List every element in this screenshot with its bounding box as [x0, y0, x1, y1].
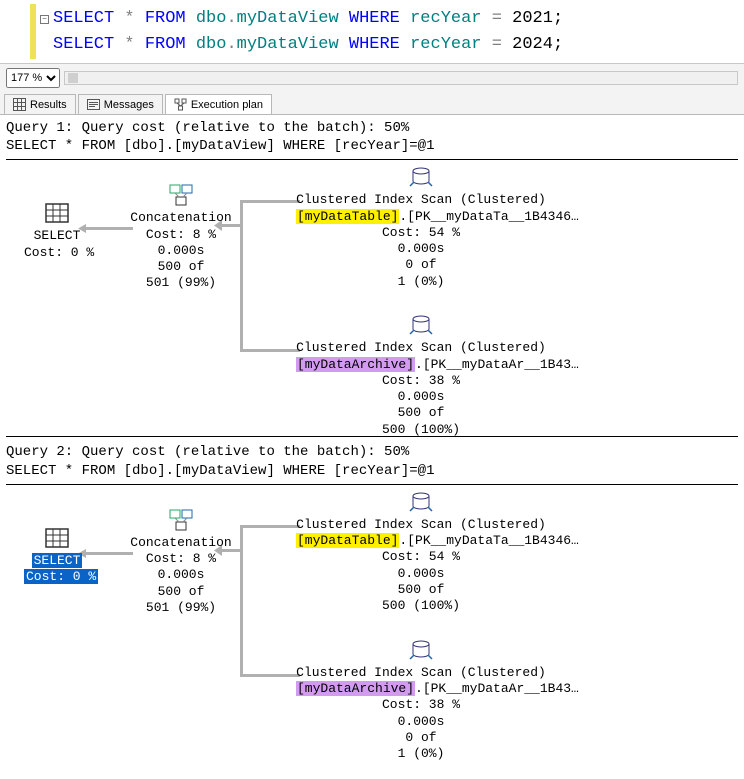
node-title: Concatenation [126, 535, 236, 551]
tab-label: Results [30, 99, 67, 111]
node-cost: Cost: 38 % [296, 373, 546, 389]
plan-icon [174, 98, 187, 111]
plan1-canvas: SELECT Cost: 0 % Concatenation Cost: 8 %… [6, 164, 738, 434]
horizontal-scrollbar[interactable] [64, 71, 738, 85]
plan-node-select[interactable]: SELECT Cost: 0 % [24, 525, 90, 586]
node-rows1: 500 of [126, 259, 236, 275]
plan-node-index-scan[interactable]: Clustered Index Scan (Clustered) [myData… [296, 164, 546, 290]
index-scan-icon [408, 312, 434, 338]
fold-icon[interactable]: − [40, 15, 49, 24]
node-title: Clustered Index Scan (Clustered) [296, 340, 546, 356]
tab-execution-plan[interactable]: Execution plan [165, 94, 272, 114]
node-cost: Cost: 54 % [296, 225, 546, 241]
sql-line-2[interactable]: SELECT * FROM dbo.myDataView WHERE recYe… [40, 32, 744, 58]
node-rows1: 0 of [296, 257, 546, 273]
node-object: [myDataTable].[PK__myDataTa__1B4346… [296, 533, 546, 549]
divider [6, 159, 738, 160]
messages-icon [87, 98, 100, 111]
node-cost: Cost: 0 % [24, 245, 90, 261]
node-rows1: 500 of [296, 405, 546, 421]
query1-header: Query 1: Query cost (relative to the bat… [6, 117, 738, 157]
concat-icon [168, 182, 194, 208]
node-time: 0.000s [126, 567, 236, 583]
tab-results[interactable]: Results [4, 94, 76, 114]
query2-header: Query 2: Query cost (relative to the bat… [6, 441, 738, 481]
node-rows2: 500 (100%) [296, 598, 546, 614]
node-object: [myDataTable].[PK__myDataTa__1B4346… [296, 209, 546, 225]
node-rows2: 500 (100%) [296, 422, 546, 438]
node-cost: Cost: 8 % [126, 227, 236, 243]
plan-node-select[interactable]: SELECT Cost: 0 % [24, 200, 90, 261]
node-title: Concatenation [126, 210, 236, 226]
scroll-thumb[interactable] [68, 73, 78, 83]
index-scan-icon [408, 489, 434, 515]
plan-node-index-scan[interactable]: Clustered Index Scan (Clustered) [myData… [296, 312, 546, 438]
tab-label: Messages [104, 99, 154, 111]
sql-line-1[interactable]: −SELECT * FROM dbo.myDataView WHERE recY… [40, 6, 744, 32]
node-rows2: 1 (0%) [296, 274, 546, 290]
node-time: 0.000s [296, 714, 546, 730]
node-cost: Cost: 54 % [296, 549, 546, 565]
select-icon [44, 200, 70, 226]
zoom-select[interactable]: 177 % [6, 68, 60, 88]
node-rows1: 0 of [296, 730, 546, 746]
plan-node-index-scan[interactable]: Clustered Index Scan (Clustered) [myData… [296, 489, 546, 615]
node-rows1: 500 of [126, 584, 236, 600]
index-scan-icon [408, 164, 434, 190]
tab-messages[interactable]: Messages [78, 94, 163, 114]
node-title: SELECT [24, 553, 90, 569]
node-cost: Cost: 0 % [24, 569, 90, 585]
node-rows1: 500 of [296, 582, 546, 598]
node-time: 0.000s [296, 241, 546, 257]
result-tabs: Results Messages Execution plan [0, 92, 744, 115]
node-rows2: 1 (0%) [296, 746, 546, 762]
zoom-bar: 177 % [0, 63, 744, 92]
node-title: Clustered Index Scan (Clustered) [296, 517, 546, 533]
execution-plan-pane[interactable]: Query 1: Query cost (relative to the bat… [0, 115, 744, 779]
index-scan-icon [408, 637, 434, 663]
divider [6, 484, 738, 485]
tab-label: Execution plan [191, 99, 263, 111]
concat-icon [168, 507, 194, 533]
plan-node-concatenation[interactable]: Concatenation Cost: 8 % 0.000s 500 of 50… [126, 507, 236, 616]
grid-icon [13, 98, 26, 111]
node-rows2: 501 (99%) [126, 600, 236, 616]
plan2-canvas: SELECT Cost: 0 % Concatenation Cost: 8 %… [6, 489, 738, 759]
node-object: [myDataArchive].[PK__myDataAr__1B43… [296, 357, 546, 373]
node-cost: Cost: 8 % [126, 551, 236, 567]
node-time: 0.000s [126, 243, 236, 259]
sql-editor[interactable]: − SELECT * FROM dbo.myDataView WHERE recY… [30, 4, 744, 59]
node-rows2: 501 (99%) [126, 275, 236, 291]
node-cost: Cost: 38 % [296, 697, 546, 713]
node-time: 0.000s [296, 566, 546, 582]
node-title: SELECT [24, 228, 90, 244]
node-title: Clustered Index Scan (Clustered) [296, 665, 546, 681]
plan-node-index-scan[interactable]: Clustered Index Scan (Clustered) [myData… [296, 637, 546, 763]
node-title: Clustered Index Scan (Clustered) [296, 192, 546, 208]
plan-node-concatenation[interactable]: Concatenation Cost: 8 % 0.000s 500 of 50… [126, 182, 236, 291]
node-time: 0.000s [296, 389, 546, 405]
node-object: [myDataArchive].[PK__myDataAr__1B43… [296, 681, 546, 697]
select-icon [44, 525, 70, 551]
